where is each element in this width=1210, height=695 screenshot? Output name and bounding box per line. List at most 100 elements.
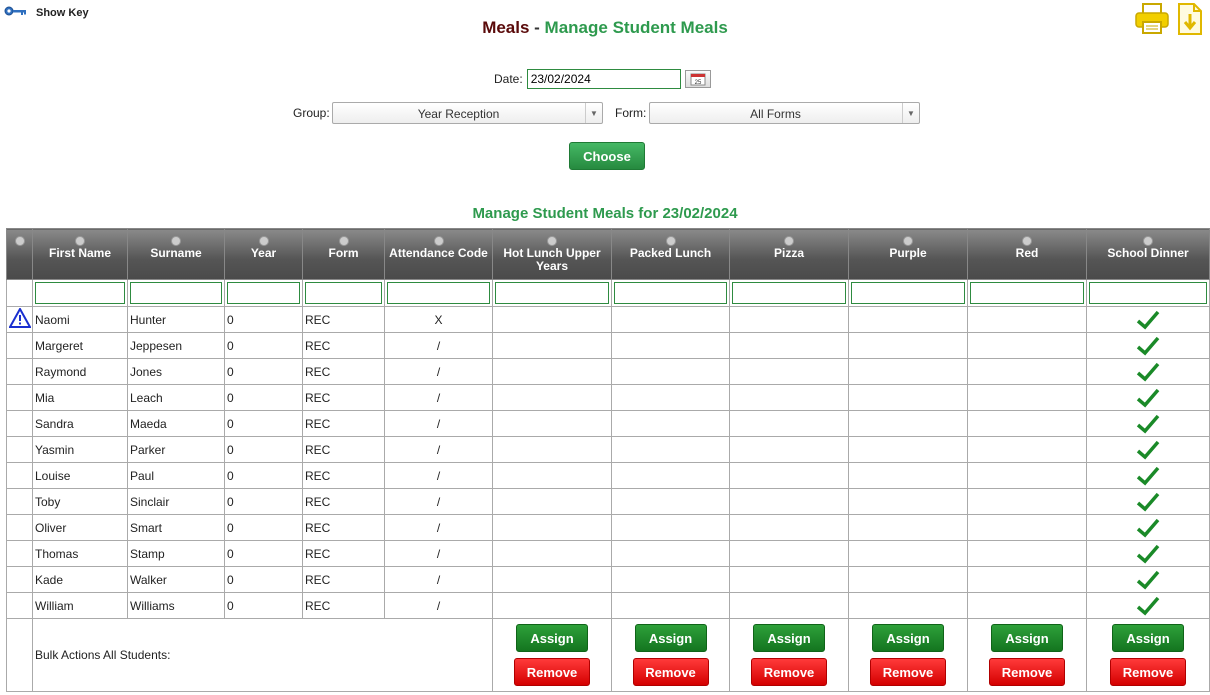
meal-cell[interactable]: [729, 566, 849, 593]
filter-input[interactable]: [732, 282, 846, 304]
meal-cell[interactable]: [967, 332, 1087, 359]
column-header[interactable]: Red: [967, 228, 1087, 280]
meal-cell[interactable]: [611, 540, 730, 567]
column-header[interactable]: School Dinner: [1086, 228, 1210, 280]
meal-cell[interactable]: [848, 566, 968, 593]
meal-cell[interactable]: [729, 358, 849, 385]
choose-button[interactable]: Choose: [569, 142, 645, 170]
table-row[interactable]: Oliver Smart 0 REC /: [6, 514, 1210, 541]
remove-button[interactable]: Remove: [1110, 658, 1186, 686]
meal-cell-school-dinner[interactable]: [1086, 436, 1210, 463]
meal-cell-school-dinner[interactable]: [1086, 358, 1210, 385]
meal-cell[interactable]: [729, 332, 849, 359]
meal-cell[interactable]: [492, 306, 612, 333]
meal-cell[interactable]: [848, 384, 968, 411]
filter-input[interactable]: [305, 282, 382, 304]
assign-button[interactable]: Assign: [872, 624, 944, 652]
column-header[interactable]: Hot Lunch Upper Years: [492, 228, 612, 280]
meal-cell[interactable]: [848, 488, 968, 515]
meal-cell[interactable]: [729, 306, 849, 333]
meal-cell[interactable]: [967, 384, 1087, 411]
meal-cell[interactable]: [848, 462, 968, 489]
filter-input[interactable]: [1089, 282, 1207, 304]
form-select[interactable]: All Forms ▼: [649, 102, 920, 124]
remove-button[interactable]: Remove: [514, 658, 590, 686]
table-row[interactable]: William Williams 0 REC /: [6, 592, 1210, 619]
assign-button[interactable]: Assign: [1112, 624, 1184, 652]
meal-cell[interactable]: [492, 384, 612, 411]
meal-cell[interactable]: [848, 358, 968, 385]
meal-cell[interactable]: [967, 462, 1087, 489]
meal-cell[interactable]: [967, 358, 1087, 385]
meal-cell[interactable]: [729, 514, 849, 541]
meal-cell[interactable]: [729, 592, 849, 619]
meal-cell[interactable]: [611, 592, 730, 619]
group-select[interactable]: Year Reception ▼: [332, 102, 603, 124]
meal-cell-school-dinner[interactable]: [1086, 306, 1210, 333]
column-header[interactable]: Surname: [127, 228, 225, 280]
table-row[interactable]: Toby Sinclair 0 REC /: [6, 488, 1210, 515]
meal-cell[interactable]: [492, 332, 612, 359]
remove-button[interactable]: Remove: [870, 658, 946, 686]
assign-button[interactable]: Assign: [516, 624, 588, 652]
filter-input[interactable]: [227, 282, 300, 304]
meal-cell[interactable]: [729, 410, 849, 437]
meal-cell[interactable]: [848, 410, 968, 437]
table-row[interactable]: Margeret Jeppesen 0 REC /: [6, 332, 1210, 359]
meal-cell[interactable]: [967, 540, 1087, 567]
meal-cell[interactable]: [492, 592, 612, 619]
meal-cell[interactable]: [967, 436, 1087, 463]
meal-cell-school-dinner[interactable]: [1086, 566, 1210, 593]
meal-cell[interactable]: [611, 306, 730, 333]
meal-cell[interactable]: [611, 358, 730, 385]
meal-cell[interactable]: [729, 384, 849, 411]
meal-cell-school-dinner[interactable]: [1086, 514, 1210, 541]
meal-cell-school-dinner[interactable]: [1086, 488, 1210, 515]
filter-input[interactable]: [130, 282, 222, 304]
meal-cell[interactable]: [611, 410, 730, 437]
table-row[interactable]: Yasmin Parker 0 REC /: [6, 436, 1210, 463]
filter-input[interactable]: [851, 282, 965, 304]
meal-cell[interactable]: [967, 488, 1087, 515]
meal-cell[interactable]: [492, 436, 612, 463]
meal-cell[interactable]: [492, 514, 612, 541]
meal-cell[interactable]: [611, 384, 730, 411]
filter-input[interactable]: [970, 282, 1084, 304]
meal-cell-school-dinner[interactable]: [1086, 332, 1210, 359]
meal-cell[interactable]: [611, 514, 730, 541]
warning-icon[interactable]: [8, 306, 32, 331]
meal-cell[interactable]: [967, 410, 1087, 437]
meal-cell[interactable]: [967, 592, 1087, 619]
meal-cell[interactable]: [729, 540, 849, 567]
column-header[interactable]: Attendance Code: [384, 228, 493, 280]
filter-input[interactable]: [614, 282, 727, 304]
meal-cell[interactable]: [611, 332, 730, 359]
meal-cell[interactable]: [492, 540, 612, 567]
date-input[interactable]: [526, 69, 681, 89]
assign-button[interactable]: Assign: [634, 624, 707, 652]
meal-cell[interactable]: [848, 332, 968, 359]
column-header-select[interactable]: [6, 228, 33, 280]
table-row[interactable]: Louise Paul 0 REC /: [6, 462, 1210, 489]
meal-cell-school-dinner[interactable]: [1086, 384, 1210, 411]
meal-cell[interactable]: [848, 592, 968, 619]
assign-button[interactable]: Assign: [753, 624, 825, 652]
column-header[interactable]: Purple: [848, 228, 968, 280]
meal-cell[interactable]: [967, 306, 1087, 333]
meal-cell[interactable]: [729, 462, 849, 489]
remove-button[interactable]: Remove: [751, 658, 827, 686]
table-row[interactable]: Thomas Stamp 0 REC /: [6, 540, 1210, 567]
remove-button[interactable]: Remove: [989, 658, 1065, 686]
meal-cell[interactable]: [848, 540, 968, 567]
meal-cell-school-dinner[interactable]: [1086, 410, 1210, 437]
filter-input[interactable]: [495, 282, 609, 304]
meal-cell[interactable]: [729, 436, 849, 463]
table-row[interactable]: Naomi Hunter 0 REC X: [6, 306, 1210, 333]
meal-cell[interactable]: [492, 566, 612, 593]
column-header[interactable]: Pizza: [729, 228, 849, 280]
column-header[interactable]: First Name: [32, 228, 128, 280]
assign-button[interactable]: Assign: [991, 624, 1063, 652]
meal-cell[interactable]: [492, 410, 612, 437]
calendar-icon[interactable]: 25: [684, 70, 711, 88]
meal-cell[interactable]: [848, 514, 968, 541]
